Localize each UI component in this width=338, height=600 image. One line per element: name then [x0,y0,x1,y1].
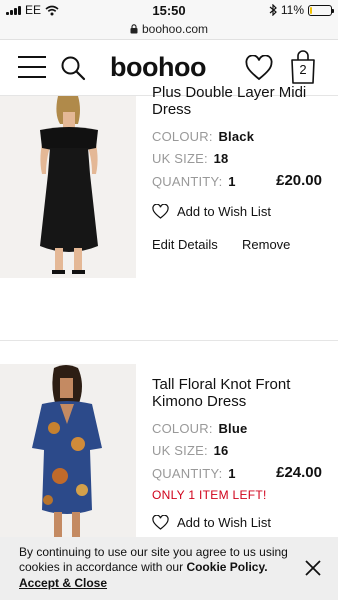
item-divider [0,340,338,341]
battery-icon [308,4,334,16]
bag-item: Plus Double Layer Midi Dress COLOUR: Bla… [0,84,338,340]
colour-value: Blue [218,421,248,436]
size-label: UK SIZE: [152,151,208,166]
quantity-label: QUANTITY: [152,466,223,481]
size-attr: UK SIZE: 18 [152,151,228,166]
quantity-value: 1 [228,174,236,189]
colour-label: COLOUR: [152,129,213,144]
quantity-attr[interactable]: QUANTITY: 1 [152,466,236,481]
add-to-wishlist-button[interactable]: Add to Wish List [152,204,271,219]
cookie-message: By continuing to use our site you agree … [19,545,289,575]
menu-button[interactable] [18,56,46,78]
product-image[interactable] [0,96,136,278]
cookie-banner: By continuing to use our site you agree … [0,537,338,600]
heart-icon [152,515,169,530]
colour-attr: COLOUR: Black [152,129,254,144]
close-icon[interactable] [304,559,322,577]
search-icon[interactable] [60,55,86,81]
stock-warning: ONLY 1 ITEM LEFT! [152,488,267,502]
product-title[interactable]: Plus Double Layer Midi Dress [152,84,322,118]
size-value: 18 [213,151,229,166]
size-label: UK SIZE: [152,443,208,458]
lock-icon [130,24,138,34]
product-image[interactable] [0,364,136,537]
wishlist-label: Add to Wish List [177,515,271,530]
bag-count-badge: 2 [299,62,307,77]
accept-close-button[interactable]: Accept & Close [19,576,107,590]
url-text: boohoo.com [141,22,209,36]
size-attr: UK SIZE: 16 [152,443,228,458]
size-value: 16 [213,443,229,458]
heart-icon [152,204,169,219]
address-bar[interactable]: boohoo.com [0,20,338,40]
colour-attr: COLOUR: Blue [152,421,247,436]
product-title[interactable]: Tall Floral Knot Front Kimono Dress [152,376,322,410]
shopping-bag-button[interactable]: 2 [289,50,317,84]
price: £20.00 [276,172,322,189]
product-info: Tall Floral Knot Front Kimono Dress COLO… [152,376,332,546]
colour-value: Black [218,129,255,144]
bluetooth-icon [269,4,277,16]
edit-details-link[interactable]: Edit Details [152,237,218,252]
battery-percent: 11% [280,3,304,17]
remove-link[interactable]: Remove [242,237,290,252]
bag-item: Tall Floral Knot Front Kimono Dress COLO… [0,364,338,537]
brand-logo[interactable]: boohoo [110,52,206,83]
quantity-value: 1 [228,466,236,481]
add-to-wishlist-button[interactable]: Add to Wish List [152,515,271,530]
product-info: Plus Double Layer Midi Dress COLOUR: Bla… [152,84,332,284]
price: £24.00 [276,464,322,481]
colour-label: COLOUR: [152,421,213,436]
dress-photo [0,96,136,278]
battery-level [310,6,313,14]
heart-icon[interactable] [245,55,273,81]
dress-photo [0,364,136,537]
quantity-label: QUANTITY: [152,174,223,189]
wishlist-label: Add to Wish List [177,204,271,219]
cookie-policy-link[interactable]: Cookie Policy. [186,560,267,574]
status-bar: EE 15:50 11% [0,0,338,20]
status-right: 11% [269,3,334,17]
quantity-attr[interactable]: QUANTITY: 1 [152,174,236,189]
